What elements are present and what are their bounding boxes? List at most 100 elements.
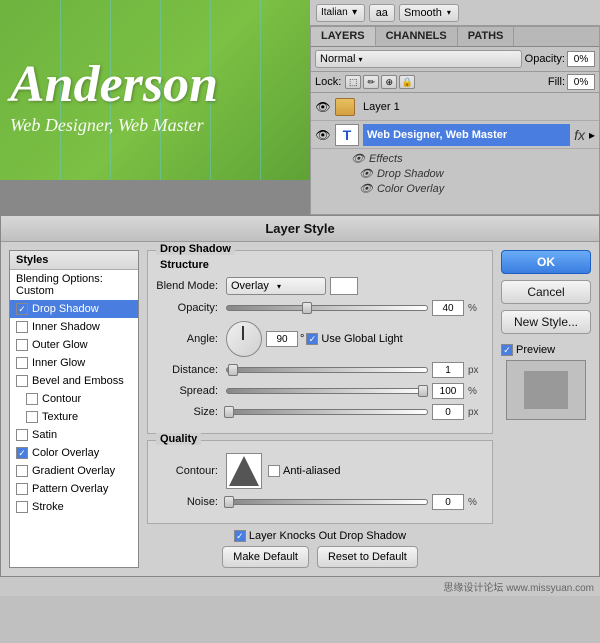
style-texture[interactable]: Texture — [10, 408, 138, 426]
contour-field-label: Contour: — [156, 465, 226, 477]
layer-1-visibility-eye[interactable]: 👁 — [315, 99, 331, 115]
canvas-text-anderson: Anderson — [10, 55, 218, 114]
layer-1-folder-icon — [335, 98, 355, 116]
layer-knocks-checkbox[interactable]: ✓ — [234, 530, 246, 542]
contour-checkbox[interactable] — [26, 393, 38, 405]
bottom-buttons-row: Make Default Reset to Default — [147, 546, 493, 568]
texture-checkbox[interactable] — [26, 411, 38, 423]
size-value-box[interactable]: 0 — [432, 404, 464, 420]
style-gradient-overlay[interactable]: Gradient Overlay — [10, 462, 138, 480]
contour-svg — [229, 456, 259, 486]
style-bevel-emboss[interactable]: Bevel and Emboss — [10, 372, 138, 390]
noise-slider-container: 0 % — [226, 494, 484, 510]
style-outer-glow[interactable]: Outer Glow — [10, 336, 138, 354]
smooth-selector[interactable]: Smooth ▾ — [399, 4, 459, 22]
spread-value-box[interactable]: 100 — [432, 383, 464, 399]
ok-button[interactable]: OK — [501, 250, 591, 274]
styles-header: Styles — [10, 251, 138, 270]
use-global-light-checkbox[interactable]: ✓ — [306, 333, 318, 345]
distance-value-box[interactable]: 1 — [432, 362, 464, 378]
stroke-checkbox[interactable] — [16, 501, 28, 513]
size-slider-track[interactable] — [226, 409, 428, 415]
distance-slider-track[interactable] — [226, 367, 428, 373]
opacity-slider-container: 40 % — [226, 300, 484, 316]
noise-slider-track[interactable] — [226, 499, 428, 505]
bevel-emboss-checkbox[interactable] — [16, 375, 28, 387]
contour-thumbnail[interactable] — [226, 453, 262, 489]
opacity-input[interactable]: 0% — [567, 51, 595, 67]
style-blending-options[interactable]: Blending Options: Custom — [10, 270, 138, 300]
tab-paths[interactable]: PATHS — [458, 27, 515, 46]
style-drop-shadow[interactable]: ✓ Drop Shadow — [10, 300, 138, 318]
lock-image-icon[interactable]: ✏ — [363, 75, 379, 89]
lock-all-icon[interactable]: 🔒 — [399, 75, 415, 89]
cancel-button[interactable]: Cancel — [501, 280, 591, 304]
dialog-titlebar: Layer Style — [1, 216, 599, 242]
blend-color-swatch[interactable] — [330, 277, 358, 295]
anti-aliased-checkbox-row: Anti-aliased — [268, 465, 340, 477]
effects-eye-icon[interactable]: 👁 — [351, 152, 365, 165]
font-dropdown-arrow: ▾ — [350, 8, 360, 18]
font-selector[interactable]: Italian ▾ — [316, 4, 365, 22]
style-satin[interactable]: Satin — [10, 426, 138, 444]
opacity-value-box[interactable]: 40 — [432, 300, 464, 316]
toolbar-strip: Italian ▾ aa Smooth ▾ — [310, 0, 600, 26]
spread-slider-thumb[interactable] — [418, 385, 428, 397]
effect-color-overlay[interactable]: 👁 Color Overlay — [351, 181, 595, 196]
aa-button[interactable]: aa — [369, 4, 395, 22]
style-inner-glow[interactable]: Inner Glow — [10, 354, 138, 372]
blend-mode-select[interactable]: Normal ▾ — [315, 50, 522, 68]
tab-layers[interactable]: LAYERS — [311, 27, 376, 46]
opacity-slider-track[interactable] — [226, 305, 428, 311]
quality-section: Quality Contour: Anti-al — [147, 440, 493, 524]
blend-mode-field-label: Blend Mode: — [156, 280, 226, 292]
opacity-field-row: Opacity: 40 % — [156, 300, 484, 316]
spread-slider-track[interactable] — [226, 388, 428, 394]
dialog-right-buttons: OK Cancel New Style... ✓ Preview — [501, 250, 591, 568]
gradient-overlay-checkbox[interactable] — [16, 465, 28, 477]
layer-item-1[interactable]: 👁 Layer 1 — [311, 93, 599, 121]
layer-item-2[interactable]: 👁 T Web Designer, Web Master fx ▸ — [311, 121, 599, 149]
style-contour[interactable]: Contour — [10, 390, 138, 408]
distance-field-row: Distance: 1 px — [156, 362, 484, 378]
anti-aliased-checkbox[interactable] — [268, 465, 280, 477]
layer-2-visibility-eye[interactable]: 👁 — [315, 127, 331, 143]
noise-slider-thumb[interactable] — [224, 496, 234, 508]
style-inner-shadow[interactable]: Inner Shadow — [10, 318, 138, 336]
preview-label-row: ✓ Preview — [501, 344, 591, 356]
lock-transparent-icon[interactable]: ⬚ — [345, 75, 361, 89]
lock-position-icon[interactable]: ⊕ — [381, 75, 397, 89]
pattern-overlay-checkbox[interactable] — [16, 483, 28, 495]
noise-value-box[interactable]: 0 — [432, 494, 464, 510]
satin-checkbox[interactable] — [16, 429, 28, 441]
style-stroke[interactable]: Stroke — [10, 498, 138, 516]
angle-value-box[interactable]: 90 — [266, 331, 298, 347]
tab-channels[interactable]: CHANNELS — [376, 27, 458, 46]
layer-style-dialog: Layer Style Styles Blending Options: Cus… — [0, 215, 600, 577]
preview-checkbox[interactable]: ✓ — [501, 344, 513, 356]
fill-input[interactable]: 0% — [567, 74, 595, 90]
layers-tabs: LAYERS CHANNELS PATHS — [311, 27, 599, 47]
font-name-label: Italian — [321, 7, 348, 18]
opacity-field-label: Opacity: — [156, 302, 226, 314]
distance-slider-thumb[interactable] — [228, 364, 238, 376]
style-pattern-overlay[interactable]: Pattern Overlay — [10, 480, 138, 498]
color-overlay-eye-icon[interactable]: 👁 — [359, 182, 373, 195]
opacity-slider-thumb[interactable] — [302, 302, 312, 314]
make-default-button[interactable]: Make Default — [222, 546, 309, 568]
outer-glow-checkbox[interactable] — [16, 339, 28, 351]
color-overlay-checkbox[interactable]: ✓ — [16, 447, 28, 459]
spread-field-label: Spread: — [156, 385, 226, 397]
inner-glow-checkbox[interactable] — [16, 357, 28, 369]
drop-shadow-eye-icon[interactable]: 👁 — [359, 167, 373, 180]
dialog-body: Styles Blending Options: Custom ✓ Drop S… — [1, 242, 599, 576]
style-color-overlay[interactable]: ✓ Color Overlay — [10, 444, 138, 462]
size-slider-thumb[interactable] — [224, 406, 234, 418]
inner-shadow-checkbox[interactable] — [16, 321, 28, 333]
drop-shadow-checkbox[interactable]: ✓ — [16, 303, 28, 315]
new-style-button[interactable]: New Style... — [501, 310, 591, 334]
effect-drop-shadow[interactable]: 👁 Drop Shadow — [351, 166, 595, 181]
angle-dial[interactable] — [226, 321, 262, 357]
blend-mode-field-select[interactable]: Overlay ▾ — [226, 277, 326, 295]
reset-to-default-button[interactable]: Reset to Default — [317, 546, 418, 568]
